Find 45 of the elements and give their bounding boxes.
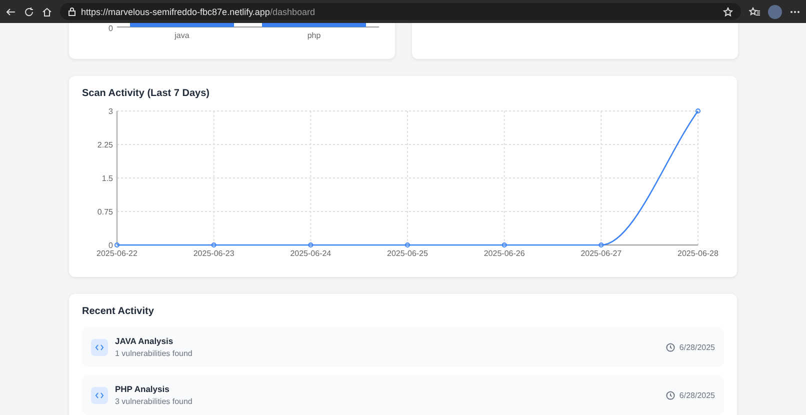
card-title: Recent Activity xyxy=(82,306,155,317)
home-icon[interactable] xyxy=(42,6,52,16)
clock-icon xyxy=(666,342,676,352)
data-point xyxy=(598,242,604,248)
axis-tick-label: php xyxy=(307,31,321,40)
axis-tick-label: 0.75 xyxy=(97,208,113,216)
activity-title: PHP Analysis xyxy=(115,384,170,394)
data-point xyxy=(502,242,507,248)
axis-tick-label: 2025-06-25 xyxy=(387,249,428,258)
axis-tick-label: 2025-06-24 xyxy=(290,249,332,258)
data-point xyxy=(696,108,700,114)
lock-icon xyxy=(68,7,76,16)
axis-tick-label: 2025-06-22 xyxy=(96,249,138,258)
axis-tick-label: 2.25 xyxy=(97,140,113,150)
data-point xyxy=(114,242,120,248)
activity-item[interactable]: JAVA Analysis 1 vulnerabilities found 6/28/2025 xyxy=(82,327,724,367)
more-icon[interactable] xyxy=(790,10,800,14)
code-icon xyxy=(91,338,108,356)
clock-icon xyxy=(666,390,676,400)
axis-tick-label: 2025-06-28 xyxy=(678,249,718,258)
star-icon[interactable] xyxy=(723,6,733,16)
activity-subtitle: 3 vulnerabilities found xyxy=(115,397,194,406)
axis-tick-label: 2025-06-27 xyxy=(580,249,622,258)
activity-title: JAVA Analysis xyxy=(115,336,174,346)
card-title: Scan Activity (Last 7 Days) xyxy=(82,88,210,99)
activity-subtitle: 1 vulnerabilities found xyxy=(115,349,194,358)
axis-tick-label: 0 xyxy=(108,241,113,250)
axis-tick-label: 2025-06-26 xyxy=(484,249,525,258)
axis-tick-label: 1.5 xyxy=(102,174,113,183)
data-point xyxy=(308,242,314,248)
axis-tick-label: java xyxy=(174,31,190,40)
activity-date: 6/28/2025 xyxy=(679,390,715,400)
back-icon[interactable] xyxy=(6,6,16,16)
favorites-icon[interactable] xyxy=(749,6,760,16)
address-bar[interactable]: https://marvelous-semifreddo-fbc87e.netlify.app/dashboard xyxy=(60,3,741,20)
profile-avatar[interactable] xyxy=(768,4,782,18)
activity-date: 6/28/2025 xyxy=(679,342,715,352)
axis-tick-label: 2025-06-23 xyxy=(193,249,234,258)
data-point xyxy=(405,242,410,248)
reload-icon[interactable] xyxy=(24,6,34,16)
axis-tick-label: 0 xyxy=(108,24,113,33)
activity-item[interactable]: PHP Analysis 3 vulnerabilities found 6/28/2025 xyxy=(82,375,724,415)
axis-tick-label: 3 xyxy=(108,107,113,116)
data-point xyxy=(211,242,216,248)
code-icon xyxy=(91,386,108,404)
